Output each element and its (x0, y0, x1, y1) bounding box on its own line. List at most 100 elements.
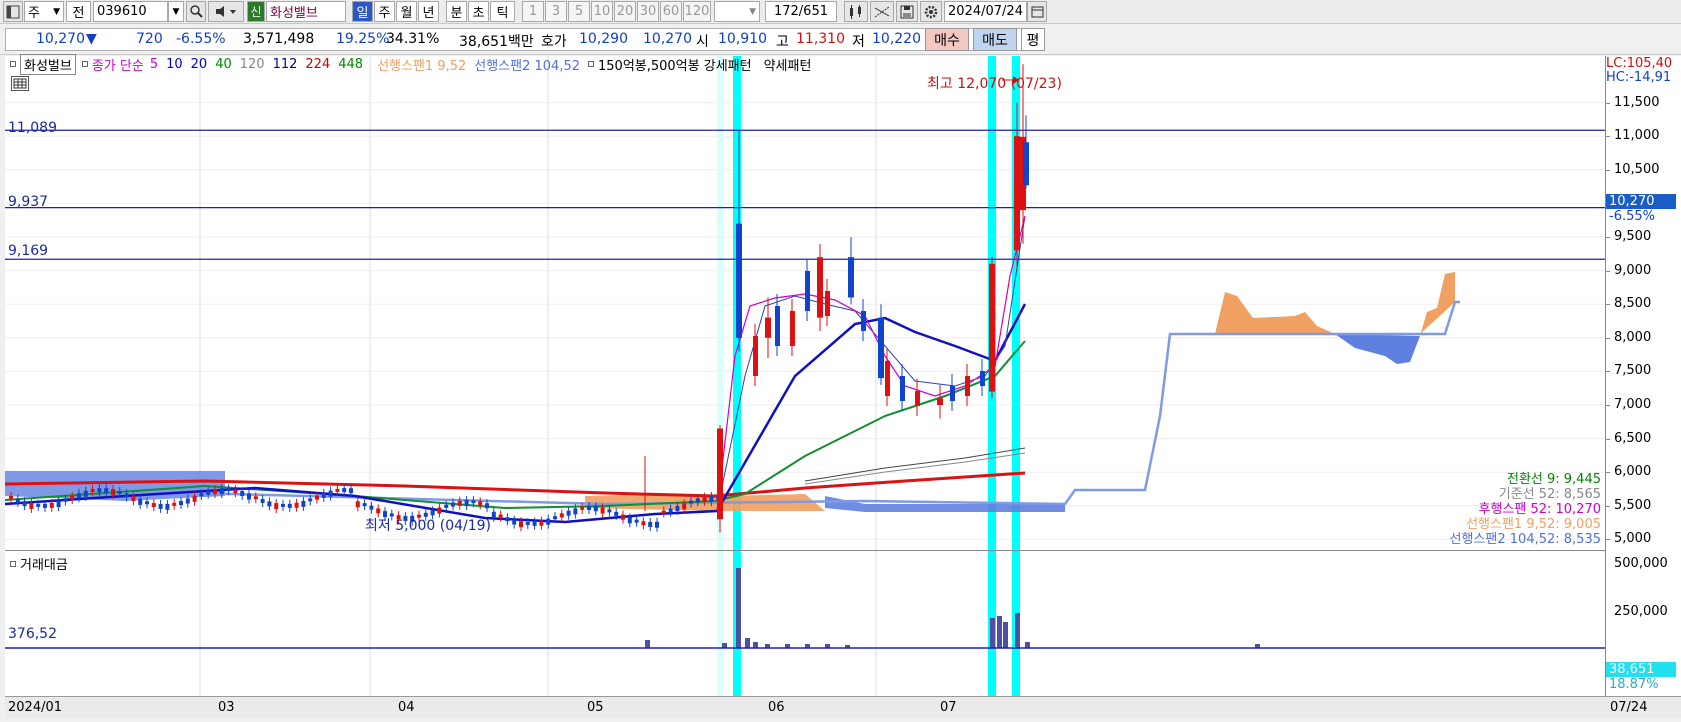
small-candle (362, 503, 367, 507)
current-price-badge: 10,270 (1606, 194, 1676, 209)
candle-body (775, 306, 780, 346)
small-candle (328, 490, 333, 497)
price-tick-2: 10,500 (1614, 161, 1660, 177)
count-display[interactable]: 172/651 (765, 1, 837, 22)
candle-body (915, 391, 920, 406)
layout-icon[interactable] (3, 1, 23, 22)
small-candle (580, 506, 585, 510)
small-candle (573, 508, 578, 515)
small-candle (587, 506, 591, 511)
small-candle (532, 521, 537, 526)
small-candle (260, 498, 265, 503)
date-input[interactable]: 2024/07/24 (944, 1, 1027, 22)
legend-ma-448[interactable]: 448 (338, 57, 363, 72)
period-type-select[interactable]: 주 ▼ (24, 1, 64, 22)
legend-ma-5[interactable]: 5 (150, 57, 158, 72)
chevron-down-icon[interactable]: ▼ (168, 1, 184, 22)
small-candle (138, 498, 143, 505)
minute-step-30[interactable]: 30 (637, 1, 659, 22)
minute-step-1[interactable]: 1 (522, 1, 544, 22)
ichimoku-legend: 전환선 9: 9,445 기준선 52: 8,565 후행스팬 52: 10,270… (1450, 472, 1601, 547)
legend-ma-224[interactable]: 224 (305, 57, 330, 72)
minute-step-5[interactable]: 5 (568, 1, 590, 22)
stock-name[interactable]: 화성밸브 (266, 1, 346, 22)
ma-5-line (716, 215, 1026, 512)
legend-square-icon (10, 61, 16, 67)
tab-month[interactable]: 월 (396, 1, 417, 22)
legend-span1[interactable]: 선행스팬1 9,52 (377, 55, 466, 74)
small-candle (145, 501, 149, 505)
sell-button[interactable]: 매도 (973, 28, 1017, 51)
speaker-icon[interactable] (208, 1, 244, 22)
date-label-jun: 06 (768, 700, 785, 715)
date-label-jul: 07 (940, 700, 957, 715)
ichimoku-legend-1: 기준선 52: 8,565 (1498, 487, 1601, 502)
small-candle (641, 521, 646, 526)
small-candle (682, 503, 687, 510)
volume-bar (753, 642, 758, 648)
candle-body (848, 257, 854, 298)
legend-ma-label[interactable]: 종가 단순 (92, 55, 144, 74)
candle-body (937, 398, 943, 405)
turnover: 38,651백만 (459, 34, 534, 50)
small-candle (539, 520, 544, 526)
buy-button[interactable]: 매수 (925, 28, 969, 51)
small-candle (525, 521, 530, 525)
gear-icon[interactable] (920, 1, 942, 22)
price-tick-5: 9,000 (1614, 262, 1652, 278)
save-icon[interactable] (896, 1, 918, 22)
minute-step-120[interactable]: 120 (683, 1, 711, 22)
prev-button[interactable]: 전 (66, 1, 91, 22)
tab-second[interactable]: 초 (468, 1, 489, 22)
eval-button[interactable]: 평 (1021, 28, 1045, 51)
volume-bar (990, 618, 995, 648)
stock-code-input[interactable]: 039610 (93, 1, 168, 22)
bid-price: 10,270 (643, 31, 692, 47)
price-tick-8: 7,500 (1614, 363, 1652, 379)
small-candle (621, 514, 625, 520)
small-candle (437, 507, 442, 514)
tab-day[interactable]: 일 (352, 1, 373, 22)
minute-step-3[interactable]: 3 (545, 1, 567, 22)
minute-step-10[interactable]: 10 (591, 1, 613, 22)
calendar-icon[interactable] (1027, 1, 1047, 22)
tab-week[interactable]: 주 (374, 1, 395, 22)
volume-bar (736, 568, 741, 648)
custom-step-input[interactable]: ▼ (714, 1, 760, 22)
legend-stock-name[interactable]: 화성벌브 (20, 53, 76, 75)
minute-step-20[interactable]: 20 (614, 1, 636, 22)
legend-pattern[interactable]: 150억봉,500억봉 강세패턴 (598, 55, 752, 74)
legend-pattern2[interactable]: 약세패턴 (764, 55, 812, 74)
small-candle (274, 503, 279, 510)
legend-ma-10[interactable]: 10 (166, 57, 183, 72)
small-candle (559, 513, 564, 518)
legend-ma-112[interactable]: 112 (273, 57, 298, 72)
grid-table-icon[interactable] (11, 76, 29, 91)
price-chart[interactable]: 화성벌브 종가 단순 5 10 20 40 120 112 224 448 선행스팬1 9,5… (5, 53, 1605, 696)
small-candle (63, 498, 68, 502)
candle-settings-icon[interactable] (844, 1, 868, 22)
tab-year[interactable]: 년 (418, 1, 439, 22)
small-candle (505, 517, 510, 522)
high-price: 11,310 (796, 31, 845, 47)
lc-label: LC:105,40 (1606, 56, 1673, 71)
small-candle (689, 500, 693, 504)
candle-body (1023, 142, 1029, 186)
tab-tick[interactable]: 틱 (490, 1, 515, 22)
tab-minute[interactable]: 분 (446, 1, 467, 22)
legend-span2[interactable]: 선행스팬2 104,52 (474, 55, 580, 74)
legend-ma-120[interactable]: 120 (240, 57, 265, 72)
search-icon[interactable] (186, 1, 206, 22)
tick-mark (1606, 304, 1610, 306)
small-candle (471, 500, 476, 504)
legend-ma-20[interactable]: 20 (191, 57, 208, 72)
small-candle (70, 495, 75, 500)
small-candle (614, 511, 619, 516)
crosshair-icon[interactable] (870, 1, 894, 22)
tick-mark (1606, 539, 1610, 541)
tick-mark (1606, 438, 1610, 440)
ask-price: 10,290 (579, 31, 628, 47)
minute-step-60[interactable]: 60 (660, 1, 682, 22)
legend-ma-40[interactable]: 40 (215, 57, 232, 72)
date-label-jan: 2024/01 (8, 700, 63, 715)
